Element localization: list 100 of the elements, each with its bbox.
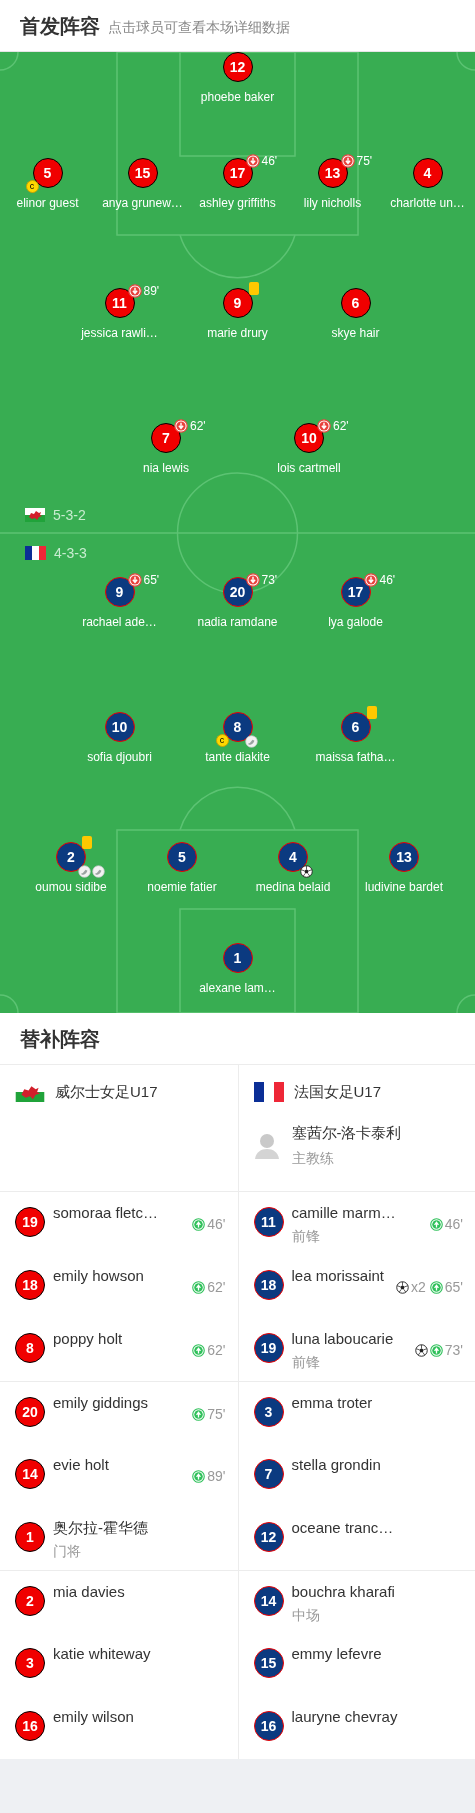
player-name[interactable]: noemie fatier [147, 878, 217, 896]
player-name[interactable]: emma troter [291, 1392, 373, 1415]
player-name[interactable]: marie drury [207, 324, 268, 342]
substitution-in-icon [192, 1218, 206, 1231]
player-name[interactable]: lily nicholls [303, 194, 362, 212]
player-number[interactable]: 15 [253, 1648, 284, 1678]
player-position: 前锋 [291, 1352, 321, 1372]
player-number[interactable]: 17 [222, 158, 253, 188]
boot-icon [244, 735, 258, 748]
substitution-minute: 65' [143, 572, 160, 589]
substitution-minute: 62' [190, 418, 206, 435]
player-name[interactable]: poppy holt [53, 1328, 123, 1351]
player-name[interactable]: alexane lam… [199, 979, 276, 997]
player-name[interactable]: jessica rawli… [81, 324, 158, 342]
substitution-in-icon [429, 1281, 443, 1294]
player-name[interactable]: ludivine bardet [364, 878, 444, 896]
player-number[interactable]: 1 [15, 1522, 45, 1552]
player-number[interactable]: 9 [104, 577, 135, 607]
player-name[interactable]: oumou sidibe [35, 878, 107, 896]
player-number[interactable]: 4 [412, 158, 443, 188]
player-name[interactable]: emmy lefevre [291, 1643, 382, 1666]
player-name[interactable]: lois cartmell [277, 459, 341, 477]
player-number[interactable]: 7 [151, 423, 181, 453]
player-number[interactable]: 15 [127, 158, 158, 188]
player-number[interactable]: 10 [294, 423, 324, 453]
substitution-out-icon [127, 573, 142, 587]
player-number[interactable]: 7 [253, 1459, 284, 1489]
player-number[interactable]: 12 [222, 52, 253, 82]
player-number[interactable]: 13 [317, 158, 348, 188]
substitution-minute: 65' [444, 1278, 463, 1297]
player-number[interactable]: 14 [15, 1459, 45, 1489]
player-name[interactable]: evie holt [53, 1454, 109, 1477]
player-number[interactable]: 13 [389, 842, 419, 872]
player-number[interactable]: 8 [15, 1333, 45, 1363]
player-name[interactable]: maissa fatha… [315, 748, 396, 766]
player-number[interactable]: 18 [15, 1270, 45, 1300]
player-number[interactable]: 10 [104, 712, 135, 742]
player-name[interactable]: somoraa fletc… [53, 1202, 159, 1225]
player-name[interactable]: mia davies [53, 1581, 125, 1604]
player-number[interactable]: 19 [15, 1207, 45, 1237]
player-number[interactable]: 16 [15, 1711, 45, 1741]
player-name[interactable]: luna laboucarie [291, 1328, 394, 1351]
player-number[interactable]: 11 [253, 1207, 284, 1237]
substitution-in-icon [429, 1218, 443, 1231]
player-number[interactable]: 11 [104, 288, 135, 318]
player-name[interactable]: bouchra kharafi [291, 1581, 395, 1604]
player-name[interactable]: medina belaid [255, 878, 331, 896]
flag-icon [25, 546, 46, 560]
player-number[interactable]: 20 [222, 577, 253, 607]
player-number[interactable]: 4 [278, 842, 308, 872]
player-name[interactable]: emily howson [53, 1265, 144, 1288]
player-number[interactable]: 9 [222, 288, 253, 318]
player-number[interactable]: 2 [15, 1586, 45, 1616]
player-name[interactable]: charlotte un… [390, 194, 465, 212]
player-name[interactable]: katie whiteway [53, 1643, 151, 1666]
player-number[interactable]: 3 [15, 1648, 45, 1678]
player-name[interactable]: nia lewis [143, 459, 189, 477]
player-name[interactable]: nadia ramdane [197, 613, 278, 631]
player-number[interactable]: 14 [253, 1586, 284, 1616]
player-name[interactable]: sofia djoubri [87, 748, 152, 766]
player-number[interactable]: 17 [340, 577, 371, 607]
player-name[interactable]: phoebe baker [200, 88, 275, 106]
player-number[interactable]: 2 [56, 842, 86, 872]
player-name[interactable]: lauryne chevray [291, 1706, 398, 1729]
player-name[interactable]: skye hair [331, 324, 380, 342]
player-number[interactable]: 5 [167, 842, 197, 872]
player-number[interactable]: 6 [340, 288, 371, 318]
player-number[interactable]: 12 [253, 1522, 284, 1552]
player-name[interactable]: anya grunew… [102, 194, 183, 212]
formation-label: 4-3-3 [54, 543, 87, 563]
player-name[interactable]: tante diakite [205, 748, 270, 766]
player-name[interactable]: rachael ade… [82, 613, 157, 631]
substitution-out-icon [363, 573, 378, 587]
player-number[interactable]: 1 [222, 943, 253, 973]
player-number[interactable]: 20 [15, 1397, 45, 1427]
player-name[interactable]: stella grondin [291, 1454, 381, 1477]
player-number[interactable]: 16 [253, 1711, 284, 1741]
goal-count: x2 [410, 1278, 426, 1297]
hint-text: 点击球员可查看本场详细数据 [108, 17, 290, 37]
player-number[interactable]: 19 [253, 1333, 284, 1363]
player-name[interactable]: ashley griffiths [199, 194, 276, 212]
player-name[interactable]: 奥尔拉-霍华德 [53, 1517, 148, 1540]
player-number[interactable]: 6 [340, 712, 371, 742]
player-position: 中场 [291, 1605, 321, 1625]
substitution-minute: 62' [207, 1341, 226, 1360]
player-number[interactable]: 18 [253, 1270, 284, 1300]
player-name[interactable]: elinor guest [16, 194, 79, 212]
substitution-in-icon [192, 1408, 206, 1421]
player-number[interactable]: 3 [253, 1397, 284, 1427]
player-name[interactable]: lea morissaint [291, 1265, 385, 1288]
player-name[interactable]: emily giddings [53, 1392, 149, 1415]
formation-label: 5-3-2 [53, 505, 86, 525]
corner-arc [0, 994, 19, 1013]
substitution-minute: 89' [143, 283, 160, 300]
player-name[interactable]: oceane tranc… [291, 1517, 394, 1540]
coach-role: 主教练 [291, 1148, 335, 1168]
player-name[interactable]: emily wilson [53, 1706, 134, 1729]
player-name[interactable]: camille marm… [291, 1202, 396, 1225]
player-name[interactable]: lya galode [328, 613, 383, 631]
substitution-minute: 46' [207, 1215, 226, 1234]
